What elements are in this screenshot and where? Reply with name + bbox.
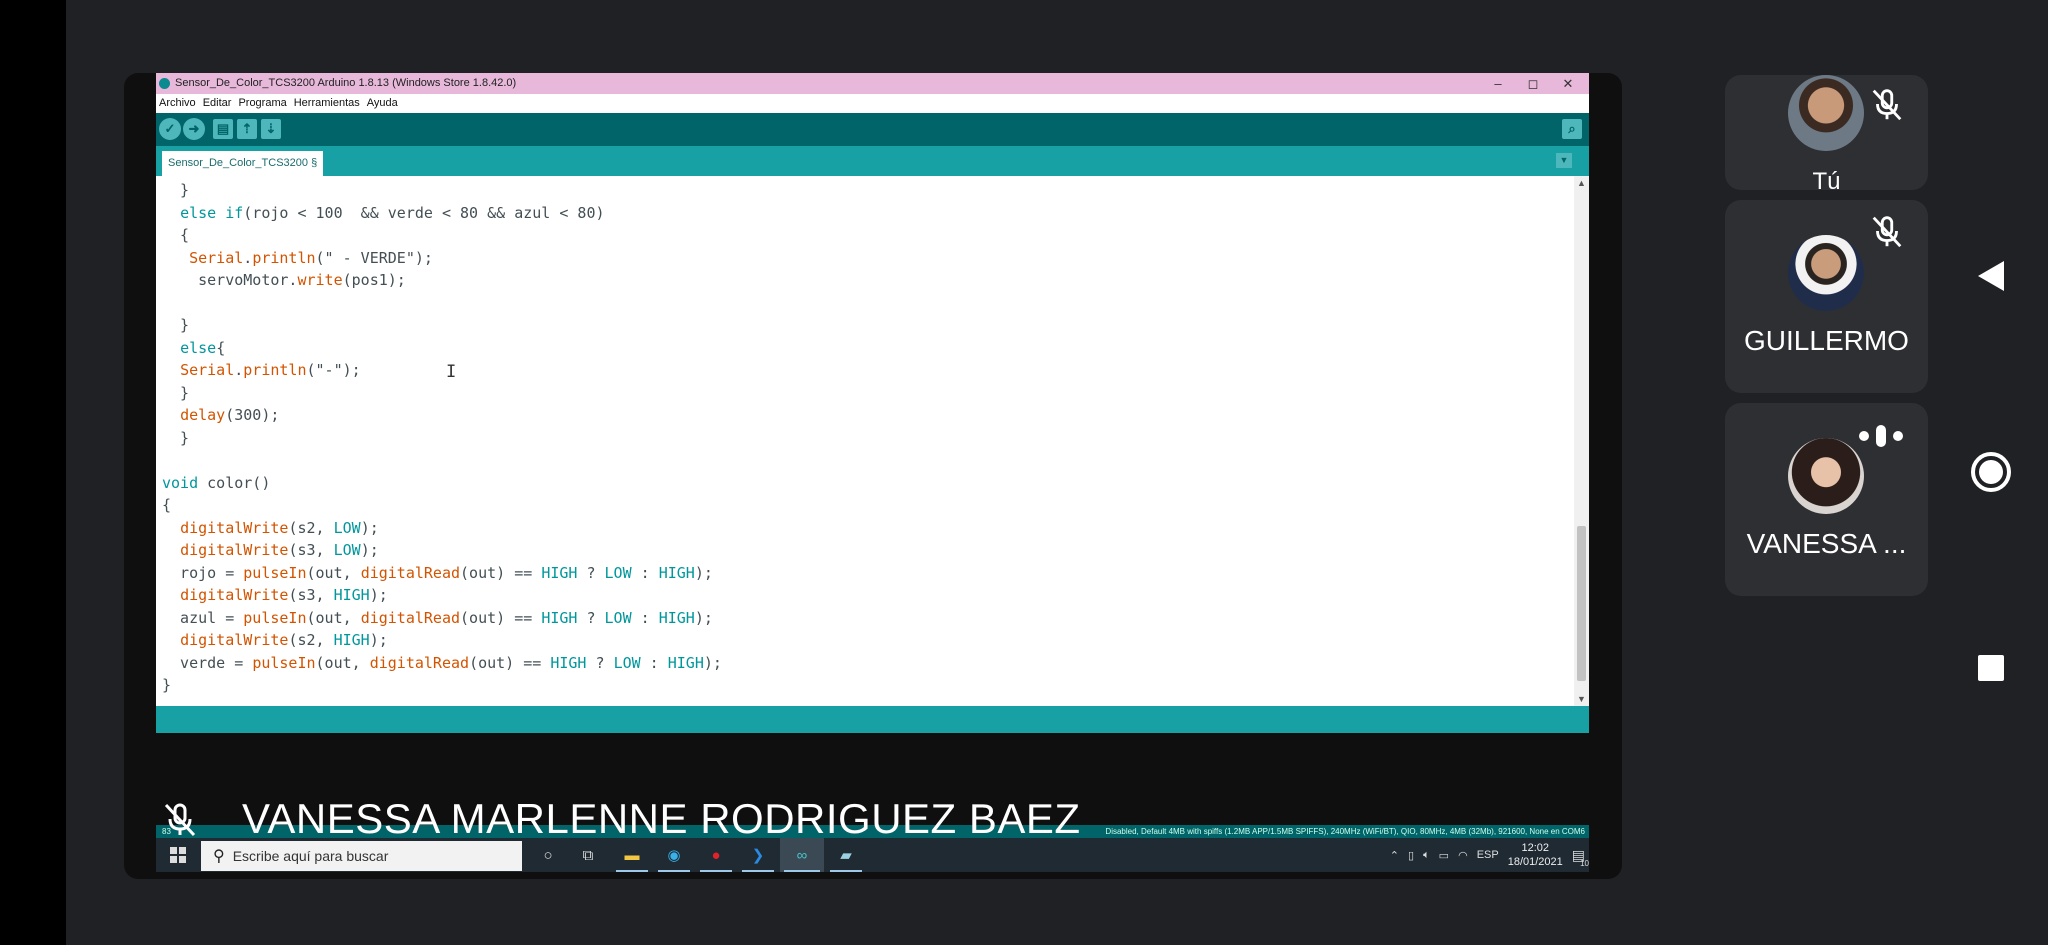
search-icon: ⚲ bbox=[213, 848, 225, 865]
code-editor[interactable]: } else if(rojo < 100 && verde < 80 && az… bbox=[156, 176, 1574, 706]
tray-chevron-icon[interactable]: ⌃ bbox=[1390, 849, 1399, 862]
notification-count: 10 bbox=[1580, 858, 1589, 868]
pinterest-icon[interactable]: ● bbox=[696, 838, 736, 872]
ide-toolbar: ✓ ➜ ▤ ⇡ ⇣ ⌕ bbox=[156, 113, 1589, 146]
serial-monitor-icon[interactable]: ⌕ bbox=[1562, 119, 1582, 139]
tray-device-icon[interactable]: ▯ bbox=[1408, 849, 1414, 862]
window-titlebar: Sensor_De_Color_TCS3200 Arduino 1.8.13 (… bbox=[156, 73, 1589, 94]
menu-editar[interactable]: Editar bbox=[203, 94, 232, 113]
taskbar-clock[interactable]: 12:02 18/01/2021 bbox=[1508, 841, 1563, 869]
minimize-button[interactable]: – bbox=[1478, 74, 1518, 93]
tab-sketch[interactable]: Sensor_De_Color_TCS3200 § bbox=[162, 151, 324, 176]
battery-icon[interactable]: ▭ bbox=[1439, 849, 1449, 862]
taskbar-search-input[interactable]: ⚲ Escribe aquí para buscar bbox=[201, 841, 522, 871]
language-indicator[interactable]: ESP bbox=[1477, 849, 1499, 861]
text-cursor-icon: I bbox=[446, 362, 457, 382]
recents-nav-icon[interactable] bbox=[1970, 647, 2012, 689]
scroll-down-icon[interactable]: ▼ bbox=[1574, 694, 1589, 704]
board-info: Disabled, Default 4MB with spiffs (1.2MB… bbox=[1105, 827, 1585, 836]
participant-name: VANESSA ... bbox=[1746, 528, 1907, 559]
tab-menu-icon[interactable]: ▼ bbox=[1556, 153, 1572, 168]
edge-icon[interactable]: ◉ bbox=[654, 838, 694, 872]
arduino-taskbar-icon[interactable]: ∞ bbox=[780, 838, 824, 872]
participant-tile-vanessa[interactable]: VANESSA ... bbox=[1725, 403, 1928, 596]
scroll-up-icon[interactable]: ▲ bbox=[1574, 178, 1589, 188]
save-icon[interactable]: ⇣ bbox=[261, 119, 281, 139]
system-tray: ⌃ ▯ 🔈︎ ▭ ◠ ESP 12:02 18/01/2021 ▤ 10 bbox=[1390, 838, 1589, 872]
participant-tile-guillermo[interactable]: GUILLERMO bbox=[1725, 200, 1928, 393]
menu-bar: Archivo Editar Programa Herramientas Ayuda bbox=[156, 94, 1589, 113]
arduino-ide-window: Sensor_De_Color_TCS3200 Arduino 1.8.13 (… bbox=[156, 73, 1589, 733]
avatar bbox=[1788, 438, 1864, 514]
other-app-icon[interactable]: ▰ bbox=[826, 838, 866, 872]
avatar bbox=[1788, 235, 1864, 311]
upload-icon[interactable]: ➜ bbox=[183, 118, 205, 140]
participant-name: GUILLERMO bbox=[1744, 325, 1909, 356]
verify-icon[interactable]: ✓ bbox=[159, 118, 181, 140]
wifi-icon[interactable]: ◠ bbox=[1458, 849, 1468, 862]
scroll-thumb[interactable] bbox=[1577, 526, 1586, 681]
participant-tile-you[interactable]: Tú bbox=[1725, 75, 1928, 195]
menu-ayuda[interactable]: Ayuda bbox=[367, 94, 398, 113]
menu-herramientas[interactable]: Herramientas bbox=[294, 94, 360, 113]
home-nav-icon[interactable] bbox=[1970, 451, 2012, 493]
task-view-icon[interactable]: ⧉ bbox=[568, 838, 608, 872]
back-nav-icon[interactable] bbox=[1970, 255, 2012, 297]
search-placeholder: Escribe aquí para buscar bbox=[232, 848, 389, 864]
arduino-logo-icon bbox=[159, 78, 170, 89]
window-title: Sensor_De_Color_TCS3200 Arduino 1.8.13 (… bbox=[175, 77, 517, 89]
new-icon[interactable]: ▤ bbox=[213, 119, 233, 139]
cortana-icon[interactable]: ○ bbox=[528, 838, 568, 872]
editor-scrollbar[interactable]: ▲ ▼ bbox=[1574, 176, 1589, 706]
mic-off-icon bbox=[1872, 216, 1902, 248]
screen-share-frame: Sensor_De_Color_TCS3200 Arduino 1.8.13 (… bbox=[124, 73, 1622, 879]
close-button[interactable]: ✕ bbox=[1548, 74, 1588, 93]
open-icon[interactable]: ⇡ bbox=[237, 119, 257, 139]
participant-name: Tú bbox=[1812, 168, 1841, 195]
maximize-button[interactable]: ◻ bbox=[1513, 74, 1553, 93]
volume-icon[interactable]: 🔈︎ bbox=[1423, 849, 1430, 862]
code-text[interactable]: } else if(rojo < 100 && verde < 80 && az… bbox=[162, 179, 722, 697]
presenter-name: VANESSA MARLENNE RODRIGUEZ BAEZ bbox=[242, 795, 1081, 842]
file-explorer-icon[interactable]: ▬ bbox=[612, 838, 652, 872]
menu-programa[interactable]: Programa bbox=[238, 94, 286, 113]
vscode-icon[interactable]: ❯ bbox=[738, 838, 778, 872]
windows-start-icon[interactable] bbox=[156, 838, 200, 872]
menu-archivo[interactable]: Archivo bbox=[159, 94, 196, 113]
windows-taskbar: ⚲ Escribe aquí para buscar ○ ⧉ ▬ ◉ ● ❯ ∞… bbox=[156, 838, 1589, 872]
clock-time: 12:02 bbox=[1521, 842, 1549, 854]
avatar bbox=[1788, 75, 1864, 151]
console-bar bbox=[156, 706, 1589, 733]
presenter-mic-off-icon bbox=[164, 803, 196, 837]
clock-date: 18/01/2021 bbox=[1507, 856, 1563, 868]
speaking-indicator-icon bbox=[1859, 425, 1903, 447]
tab-bar: Sensor_De_Color_TCS3200 § ▼ bbox=[156, 146, 1589, 176]
mic-off-icon bbox=[1872, 89, 1902, 121]
notification-icon[interactable]: ▤ 10 bbox=[1572, 847, 1589, 868]
